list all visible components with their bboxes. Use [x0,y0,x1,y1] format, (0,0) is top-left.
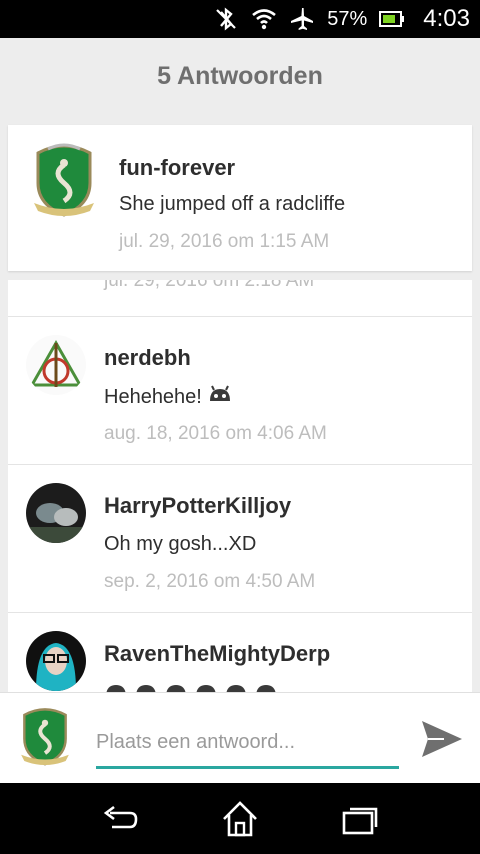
page-title: 5 Antwoorden [157,61,323,90]
reply-input[interactable] [96,719,399,769]
featured-timestamp: jul. 29, 2016 om 1:15 AM [119,231,330,252]
list-item[interactable]: nerdebh Hehehehe! aug. 18, 2016 om 4:06 … [8,316,472,464]
android-face-icon [194,681,218,692]
back-icon[interactable] [100,799,140,839]
reply-username[interactable]: HarryPotterKilljoy [104,493,291,519]
featured-username[interactable]: fun-forever [119,155,235,181]
airplane-icon [289,6,315,32]
reply-message [104,681,278,692]
reply-timestamp: sep. 2, 2016 om 4:50 AM [104,571,316,592]
reply-message-text: Hehehehe! [104,385,202,408]
wifi-icon [251,7,277,31]
navigation-bar [0,783,480,854]
list-item[interactable]: RavenTheMightyDerp [8,612,472,692]
battery-icon [379,9,405,29]
android-face-icon [164,681,188,692]
avatar[interactable] [26,631,86,691]
android-face-icon [224,681,248,692]
reply-username[interactable]: RavenTheMightyDerp [104,641,330,667]
android-face-icon [104,681,128,692]
android-face-icon [254,681,278,692]
home-icon[interactable] [220,799,260,839]
header: 5 Antwoorden [0,38,480,114]
reply-message-text: Oh my gosh...XD [104,533,257,555]
reply-message: Hehehehe! [104,385,232,409]
bluetooth-icon [213,6,239,32]
featured-message: She jumped off a radcliffe [119,193,346,215]
send-icon[interactable] [420,717,464,761]
slytherin-crest-avatar[interactable] [28,143,100,221]
clock: 4:03 [423,5,470,32]
android-face-icon [208,385,232,409]
status-bar: 57% 4:03 [0,0,480,38]
reply-timestamp: aug. 18, 2016 om 4:06 AM [104,423,327,444]
reply-username[interactable]: nerdebh [104,345,191,371]
battery-percent: 57% [327,7,368,30]
replies-list[interactable]: jul. 29, 2016 om 2:18 AM nerdebh Heheheh… [8,280,472,692]
featured-reply[interactable]: fun-forever She jumped off a radcliffe j… [8,125,472,271]
reply-bar [0,692,480,783]
avatar[interactable] [26,335,86,395]
recent-apps-icon[interactable] [340,799,380,839]
android-face-icon [134,681,158,692]
reply-message: Oh my gosh...XD [104,533,256,556]
list-item[interactable]: HarryPotterKilljoy Oh my gosh...XD sep. … [8,464,472,612]
reply-timestamp: jul. 29, 2016 om 2:18 AM [104,280,315,291]
user-avatar [16,707,74,769]
avatar[interactable] [26,483,86,543]
